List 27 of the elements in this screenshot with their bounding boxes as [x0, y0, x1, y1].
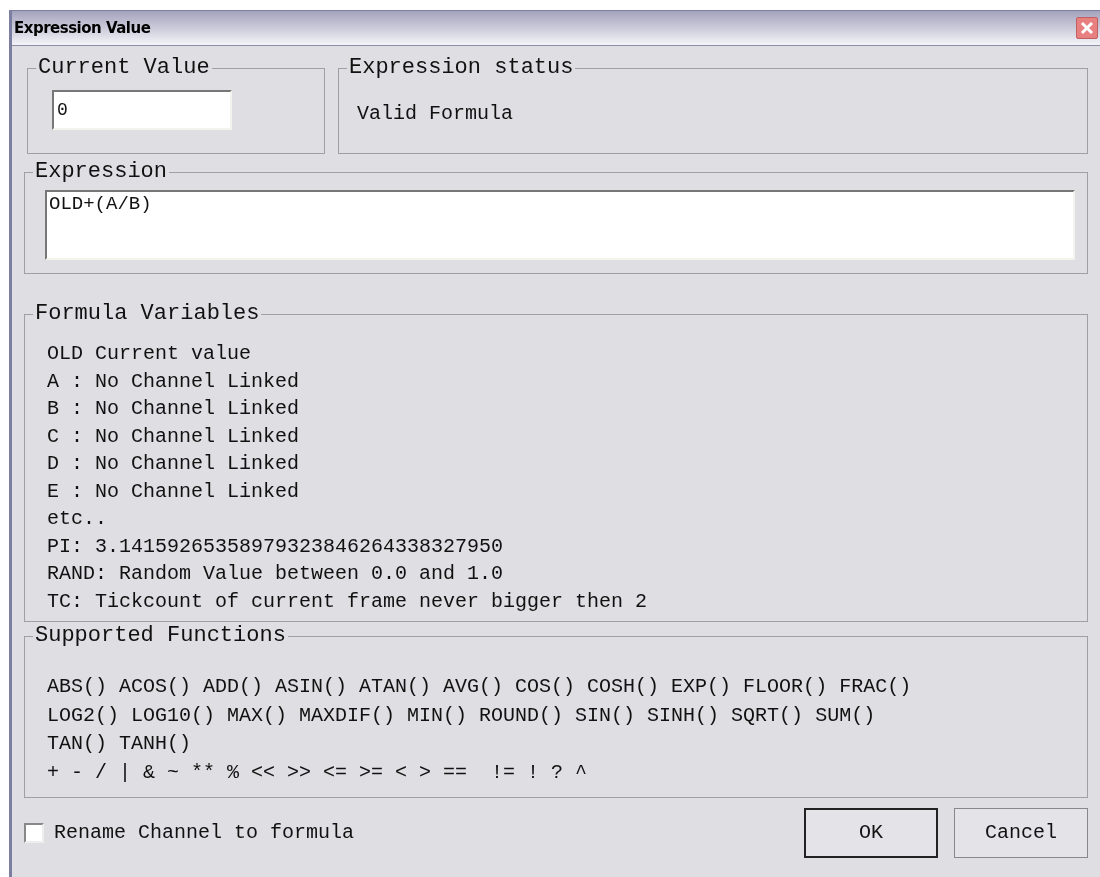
- current-value-field[interactable]: 0: [52, 90, 232, 130]
- variable-line: TC: Tickcount of current frame never bigger then 2: [47, 588, 648, 615]
- function-line: + - / | & ~ ** % << >> <= >= < > == != ! ? ^: [47, 759, 588, 786]
- function-line: LOG2() LOG10() MAX() MAXDIF() MIN() ROUND() SIN() SINH() SQRT() SUM(): [47, 702, 876, 729]
- group-label: Expression status: [347, 55, 576, 81]
- variable-line: etc..: [47, 506, 107, 532]
- ok-button[interactable]: OK: [804, 808, 938, 858]
- variable-line: RAND: Random Value between 0.0 and 1.0: [47, 561, 504, 587]
- checkbox[interactable]: [24, 823, 44, 843]
- close-button[interactable]: [1076, 17, 1098, 39]
- variable-line: B : No Channel Linked: [47, 396, 300, 422]
- variable-line: PI: 3.14159265358979323846264338327950: [47, 533, 504, 560]
- cancel-button[interactable]: Cancel: [954, 808, 1088, 858]
- variable-line: A : No Channel Linked: [47, 368, 300, 395]
- window-title: Expression Value: [14, 17, 151, 39]
- group-label: Expression: [33, 159, 170, 185]
- variable-line: D : No Channel Linked: [47, 451, 300, 477]
- close-icon: [1080, 21, 1094, 35]
- variable-line: C : No Channel Linked: [47, 423, 300, 450]
- function-line: ABS() ACOS() ADD() ASIN() ATAN() AVG() COS() COSH() EXP() FLOOR() FRAC(): [47, 674, 912, 700]
- checkbox-label: Rename Channel to formula: [54, 820, 355, 846]
- function-line: TAN() TANH(): [47, 731, 192, 757]
- expression-field[interactable]: OLD+(A/B): [45, 190, 1075, 260]
- group-label: Supported Functions: [33, 623, 288, 649]
- variable-line: OLD Current value: [47, 341, 252, 367]
- status-text: Valid Formula: [357, 101, 514, 127]
- variable-line: E : No Channel Linked: [47, 478, 300, 505]
